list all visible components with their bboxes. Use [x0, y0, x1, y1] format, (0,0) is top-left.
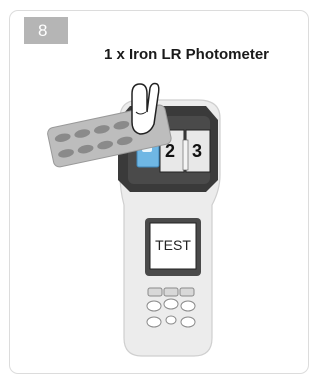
display-text: TEST: [155, 237, 191, 253]
chamber-divider: [182, 139, 189, 171]
keypad: [146, 287, 196, 328]
step-title: 1 x Iron LR Photometer: [104, 46, 270, 63]
chamber-2-label: 2: [165, 141, 176, 161]
step-number-badge: 8: [24, 17, 68, 44]
chamber-3-label: 3: [192, 141, 203, 161]
